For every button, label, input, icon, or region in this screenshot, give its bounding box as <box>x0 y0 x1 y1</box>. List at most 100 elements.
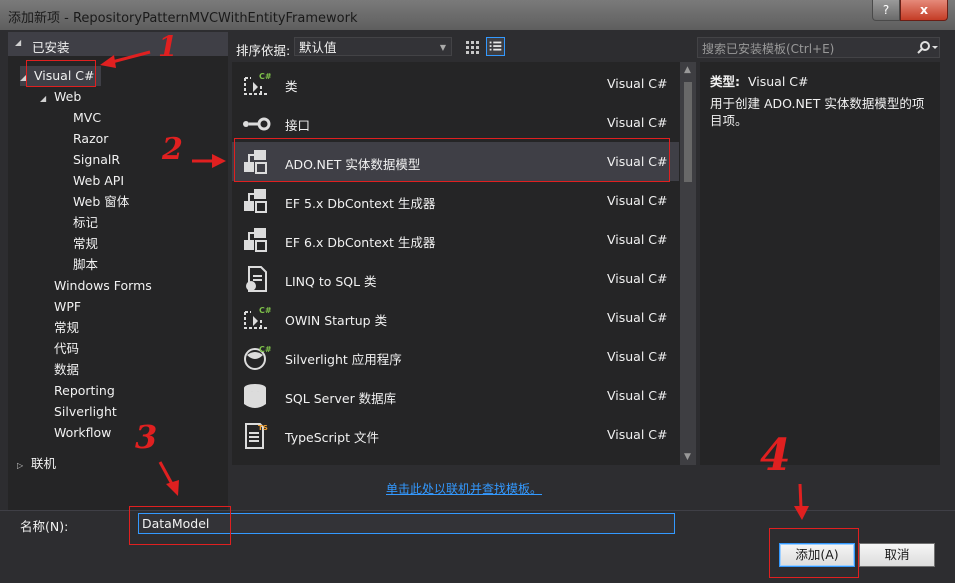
type-value: Visual C# <box>748 74 809 89</box>
template-name: TypeScript 文件 <box>285 430 379 445</box>
svg-text:C#: C# <box>259 72 271 81</box>
template-name: EF 5.x DbContext 生成器 <box>285 196 436 211</box>
tree-node-workflow[interactable]: Workflow <box>54 423 111 443</box>
annotation-box-3 <box>129 506 231 545</box>
tree-node-web[interactable]: ◢ Web <box>40 87 81 107</box>
template-name: LINQ to SQL 类 <box>285 274 377 289</box>
tree-node-wpf[interactable]: WPF <box>54 297 81 317</box>
class-icon: C# <box>244 72 271 95</box>
expanded-arrow-icon: ◢ <box>15 38 22 47</box>
tree-node-web-forms[interactable]: Web 窗体 <box>73 192 129 212</box>
template-language: Visual C# <box>607 349 668 364</box>
database-icon <box>244 384 266 408</box>
tree-node-label: Web <box>54 89 82 104</box>
scroll-down-icon[interactable]: ▼ <box>684 452 691 462</box>
template-row-sql-server-db[interactable]: SQL Server 数据库 Visual C# <box>232 376 679 415</box>
grid-view-icon[interactable] <box>464 38 481 55</box>
template-name: SQL Server 数据库 <box>285 391 397 406</box>
annotation-box-1 <box>26 60 96 87</box>
template-name: Silverlight 应用程序 <box>285 352 402 367</box>
silverlight-icon: C# <box>244 345 271 370</box>
template-language: Visual C# <box>607 388 668 403</box>
tree-node-mvc[interactable]: MVC <box>73 108 101 128</box>
template-language: Visual C# <box>607 232 668 247</box>
sort-label: 排序依据: <box>236 43 291 58</box>
annotation-number-1: 1 <box>158 30 178 63</box>
tree-node-web-api[interactable]: Web API <box>73 171 124 191</box>
template-description: 用于创建 ADO.NET 实体数据模型的项目项。 <box>710 96 925 128</box>
template-row-typescript-file[interactable]: TS TypeScript 文件 Visual C# <box>232 415 679 454</box>
svg-text:TS: TS <box>258 424 268 432</box>
template-row-interface[interactable]: 接口 Visual C# <box>232 103 679 142</box>
template-row-ef6-dbcontext[interactable]: EF 6.x DbContext 生成器 Visual C# <box>232 220 679 259</box>
name-label: 名称(N): <box>20 519 69 534</box>
template-language: Visual C# <box>607 76 668 91</box>
help-button[interactable]: ? <box>872 0 900 21</box>
ef-generator-icon <box>244 228 267 252</box>
tree-node-online[interactable]: ▷ 联机 <box>17 454 56 474</box>
template-category-tree: ◢ 已安装 ◢ Visual C# ◢ Web MVC Razor SignalR … <box>8 32 228 510</box>
close-button[interactable]: x <box>900 0 948 21</box>
annotation-box-2 <box>234 138 670 182</box>
tree-node-label: 联机 <box>31 456 57 471</box>
template-language: Visual C# <box>607 193 668 208</box>
template-row-silverlight-app[interactable]: C# Silverlight 应用程序 Visual C# <box>232 337 679 376</box>
interface-icon <box>243 117 271 131</box>
sort-dropdown[interactable]: 默认值 ▼ <box>294 37 452 56</box>
cancel-button[interactable]: 取消 <box>859 543 935 567</box>
ef-generator-icon <box>244 189 267 213</box>
title-bar: 添加新项 - RepositoryPatternMVCWithEntityFra… <box>0 0 955 30</box>
svg-text:C#: C# <box>259 306 271 315</box>
template-row-owin-startup[interactable]: C# OWIN Startup 类 Visual C# <box>232 298 679 337</box>
annotation-number-2: 2 <box>162 132 183 167</box>
template-type-line: 类型: Visual C# <box>710 71 809 90</box>
tree-node-signalr[interactable]: SignalR <box>73 150 120 170</box>
template-name: EF 6.x DbContext 生成器 <box>285 235 436 250</box>
template-row-class[interactable]: C# 类 Visual C# <box>232 64 679 103</box>
svg-text:C#: C# <box>259 345 271 354</box>
installed-label: 已安装 <box>32 40 70 55</box>
tree-node-markup[interactable]: 标记 <box>73 213 98 233</box>
window-title: 添加新项 - RepositoryPatternMVCWithEntityFra… <box>8 11 358 26</box>
tree-node-data[interactable]: 数据 <box>54 360 79 380</box>
tree-node-scripts[interactable]: 脚本 <box>73 255 98 275</box>
search-icon[interactable] <box>912 38 939 57</box>
tree-node-code[interactable]: 代码 <box>54 339 79 359</box>
template-list-scrollbar[interactable]: ▲ ▼ <box>680 62 696 465</box>
tree-node-reporting[interactable]: Reporting <box>54 381 115 401</box>
tree-node-razor[interactable]: Razor <box>73 129 108 149</box>
template-language: Visual C# <box>607 271 668 286</box>
template-name: 接口 <box>285 118 311 133</box>
annotation-number-4: 4 <box>760 430 791 481</box>
list-view-icon[interactable] <box>486 37 505 56</box>
scroll-up-icon[interactable]: ▲ <box>684 65 691 75</box>
template-row-ef5-dbcontext[interactable]: EF 5.x DbContext 生成器 Visual C# <box>232 181 679 220</box>
annotation-number-3: 3 <box>135 418 158 456</box>
owin-class-icon: C# <box>244 306 271 329</box>
linq-icon <box>246 266 267 292</box>
template-language: Visual C# <box>607 427 668 442</box>
installed-header[interactable]: ◢ 已安装 <box>8 32 228 56</box>
collapsed-arrow-icon: ▷ <box>17 461 24 470</box>
sort-selected-value: 默认值 <box>299 40 337 55</box>
annotation-box-4 <box>769 528 859 578</box>
template-name: OWIN Startup 类 <box>285 313 388 328</box>
tree-node-general[interactable]: 常规 <box>54 318 79 338</box>
tree-node-windows-forms[interactable]: Windows Forms <box>54 276 152 296</box>
tree-node-silverlight[interactable]: Silverlight <box>54 402 117 422</box>
typescript-file-icon: TS <box>245 423 268 449</box>
template-language: Visual C# <box>607 310 668 325</box>
template-name: 类 <box>285 79 298 94</box>
template-language: Visual C# <box>607 115 668 130</box>
template-search-box <box>697 37 940 59</box>
template-details-panel: 类型: Visual C# 用于创建 ADO.NET 实体数据模型的项目项。 <box>700 62 940 465</box>
chevron-down-icon: ▼ <box>439 43 446 52</box>
search-input[interactable] <box>698 38 916 59</box>
type-label: 类型: <box>710 74 740 89</box>
template-list: C# 类 Visual C# 接口 Visual C# ADO.NET 实体数据… <box>232 62 696 465</box>
expanded-arrow-icon: ◢ <box>40 94 47 103</box>
template-row-linq-to-sql[interactable]: LINQ to SQL 类 Visual C# <box>232 259 679 298</box>
tree-node-web-general[interactable]: 常规 <box>73 234 98 254</box>
scrollbar-thumb[interactable] <box>684 82 692 182</box>
find-templates-online-link[interactable]: 单击此处以联机并查找模板。 <box>386 480 542 497</box>
